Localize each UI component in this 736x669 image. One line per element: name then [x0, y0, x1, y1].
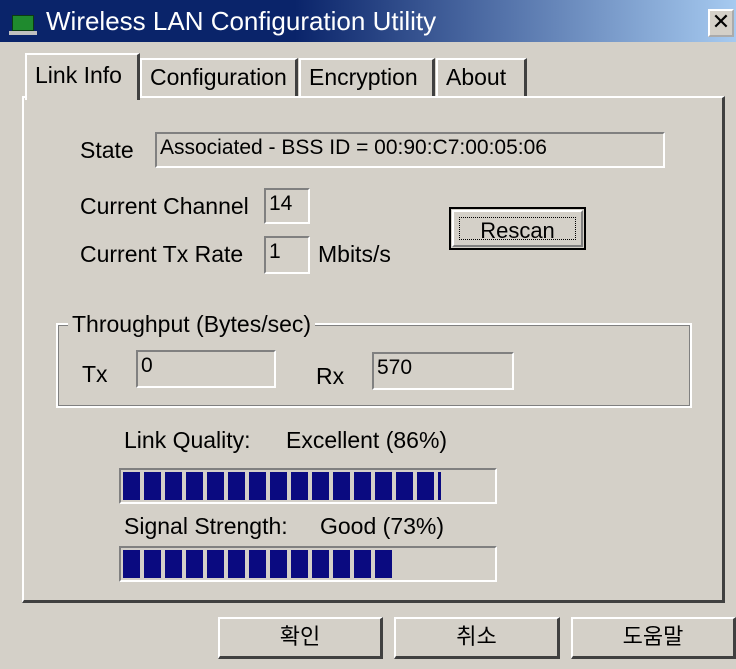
signal-strength-label: Signal Strength: [124, 513, 288, 539]
tab-label: About [446, 64, 507, 90]
tx-label: Tx [82, 361, 108, 387]
tab-link-info[interactable]: Link Info [25, 53, 140, 100]
rescan-button[interactable]: Rescan [449, 207, 586, 250]
link-quality-bar [119, 468, 497, 504]
throughput-title: Throughput (Bytes/sec) [68, 310, 316, 338]
link-quality-fill [123, 472, 441, 500]
signal-strength-value: Good (73%) [320, 513, 445, 539]
tab-label: Link Info [35, 62, 122, 88]
rx-label: Rx [316, 363, 345, 389]
tx-rate-unit: Mbits/s [318, 241, 391, 267]
state-field: Associated - BSS ID = 00:90:C7:00:05:06 [155, 132, 665, 168]
channel-field: 14 [264, 188, 310, 224]
help-button[interactable]: 도움말 [571, 617, 736, 659]
tab-label: Configuration [150, 64, 287, 90]
network-icon [9, 15, 37, 35]
title-bar: Wireless LAN Configuration Utility ✕ [0, 0, 736, 42]
link-quality-value: Excellent (86%) [286, 427, 448, 453]
rescan-button-face: Rescan [452, 210, 583, 247]
signal-strength-fill [123, 550, 393, 578]
tab-encryption[interactable]: Encryption [299, 58, 435, 98]
state-label: State [80, 137, 134, 163]
channel-label: Current Channel [80, 193, 249, 219]
cancel-button[interactable]: 취소 [394, 617, 560, 659]
tx-rate-label: Current Tx Rate [80, 241, 244, 267]
tab-configuration[interactable]: Configuration [140, 58, 298, 98]
window-title: Wireless LAN Configuration Utility [46, 6, 437, 36]
tab-label: Encryption [309, 64, 418, 90]
close-button[interactable]: ✕ [708, 9, 734, 37]
active-tab-join [27, 94, 137, 100]
tx-rate-field: 1 [264, 236, 310, 274]
rescan-label: Rescan [459, 217, 576, 243]
ok-button[interactable]: 확인 [218, 617, 383, 659]
signal-strength-bar [119, 546, 497, 582]
rx-field: 570 [372, 352, 514, 390]
tab-about[interactable]: About [436, 58, 527, 98]
tx-field: 0 [136, 350, 276, 388]
link-quality-label: Link Quality: [124, 427, 251, 453]
close-icon: ✕ [711, 9, 731, 34]
